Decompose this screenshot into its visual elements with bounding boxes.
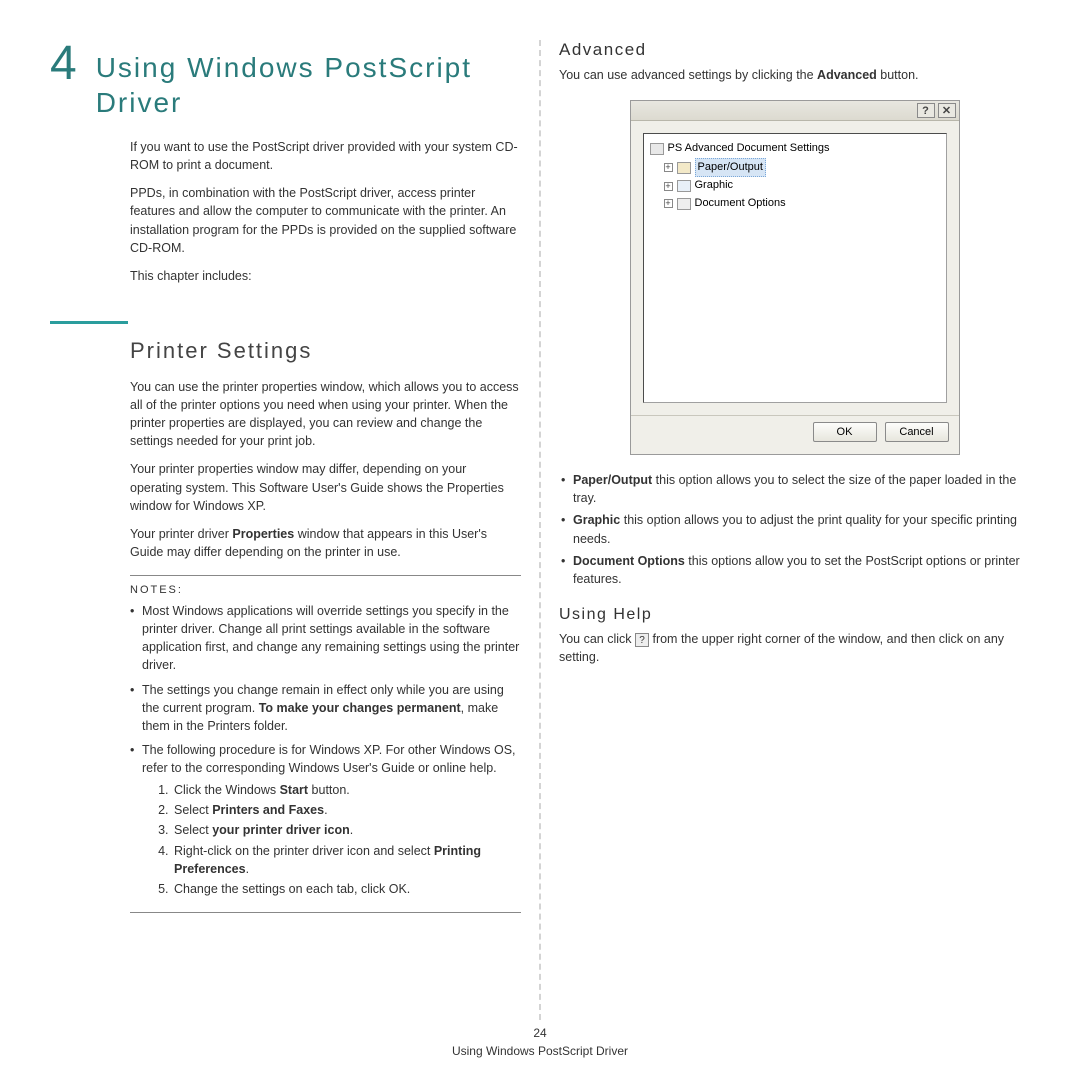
chapter-number: 4 bbox=[50, 40, 78, 88]
tree-graphic[interactable]: + Graphic bbox=[650, 177, 940, 195]
dialog-titlebar: ? ✕ bbox=[631, 101, 959, 121]
page-number: 24 bbox=[50, 1024, 1030, 1042]
advanced-heading: Advanced bbox=[559, 40, 1030, 60]
advanced-bullets: Paper/Output this option allows you to s… bbox=[559, 471, 1030, 588]
tree-root[interactable]: PS Advanced Document Settings bbox=[650, 140, 940, 158]
bullet-paper-output: Paper/Output this option allows you to s… bbox=[559, 471, 1030, 507]
section-divider bbox=[50, 321, 128, 324]
note-item-2: The settings you change remain in effect… bbox=[130, 681, 521, 735]
step-3: Select your printer driver icon. bbox=[172, 821, 521, 839]
chapter-title: Using Windows PostScript Driver bbox=[96, 40, 521, 120]
using-help-heading: Using Help bbox=[559, 606, 1030, 624]
printer-settings-p3: Your printer driver Properties window th… bbox=[130, 525, 521, 561]
tree-item-label: Graphic bbox=[695, 177, 734, 195]
graphic-icon bbox=[677, 180, 691, 192]
advanced-intro: You can use advanced settings by clickin… bbox=[559, 66, 1030, 84]
tree-document-options[interactable]: + Document Options bbox=[650, 195, 940, 213]
chapter-header: 4 Using Windows PostScript Driver bbox=[50, 40, 521, 120]
advanced-settings-dialog: ? ✕ PS Advanced Document Settings + Pape… bbox=[630, 100, 960, 455]
page-footer: 24 Using Windows PostScript Driver bbox=[50, 1024, 1030, 1060]
step-4: Right-click on the printer driver icon a… bbox=[172, 842, 521, 878]
tree-paper-output[interactable]: + Paper/Output bbox=[650, 158, 940, 178]
expand-icon[interactable]: + bbox=[664, 182, 673, 191]
step-2: Select Printers and Faxes. bbox=[172, 801, 521, 819]
bullet-document-options: Document Options this options allow you … bbox=[559, 552, 1030, 588]
step-5: Change the settings on each tab, click O… bbox=[172, 880, 521, 898]
steps-list: Click the Windows Start button. Select P… bbox=[142, 781, 521, 898]
folder-icon bbox=[677, 162, 691, 174]
tree-item-label: Document Options bbox=[695, 195, 786, 213]
expand-icon[interactable]: + bbox=[664, 163, 673, 172]
ok-button[interactable]: OK bbox=[813, 422, 877, 442]
notes-rule-top bbox=[130, 575, 521, 576]
notes-rule-bottom bbox=[130, 912, 521, 913]
help-icon: ? bbox=[635, 633, 649, 647]
dialog-footer: OK Cancel bbox=[631, 415, 959, 454]
tree-item-label: Paper/Output bbox=[695, 158, 766, 178]
printer-settings-heading: Printer Settings bbox=[130, 338, 521, 364]
printer-settings-p1: You can use the printer properties windo… bbox=[130, 378, 521, 451]
left-column: 4 Using Windows PostScript Driver If you… bbox=[50, 40, 539, 1020]
bullet-graphic: Graphic this option allows you to adjust… bbox=[559, 511, 1030, 547]
expand-icon[interactable]: + bbox=[664, 199, 673, 208]
settings-tree[interactable]: PS Advanced Document Settings + Paper/Ou… bbox=[643, 133, 947, 403]
intro-paragraph-1: If you want to use the PostScript driver… bbox=[130, 138, 521, 174]
note-item-1: Most Windows applications will override … bbox=[130, 602, 521, 675]
intro-paragraph-2: PPDs, in combination with the PostScript… bbox=[130, 184, 521, 257]
right-column: Advanced You can use advanced settings b… bbox=[541, 40, 1030, 1020]
printer-icon bbox=[650, 143, 664, 155]
tree-root-label: PS Advanced Document Settings bbox=[668, 140, 830, 158]
dialog-help-button[interactable]: ? bbox=[917, 103, 935, 118]
step-1: Click the Windows Start button. bbox=[172, 781, 521, 799]
using-help-text: You can click ? from the upper right cor… bbox=[559, 630, 1030, 666]
intro-paragraph-3: This chapter includes: bbox=[130, 267, 521, 285]
document-icon bbox=[677, 198, 691, 210]
note-item-3: The following procedure is for Windows X… bbox=[130, 741, 521, 898]
footer-title: Using Windows PostScript Driver bbox=[50, 1042, 1030, 1060]
cancel-button[interactable]: Cancel bbox=[885, 422, 949, 442]
printer-settings-p2: Your printer properties window may diffe… bbox=[130, 460, 521, 514]
dialog-close-button[interactable]: ✕ bbox=[938, 103, 956, 118]
notes-label: NOTES: bbox=[130, 584, 521, 596]
notes-list: Most Windows applications will override … bbox=[130, 602, 521, 898]
